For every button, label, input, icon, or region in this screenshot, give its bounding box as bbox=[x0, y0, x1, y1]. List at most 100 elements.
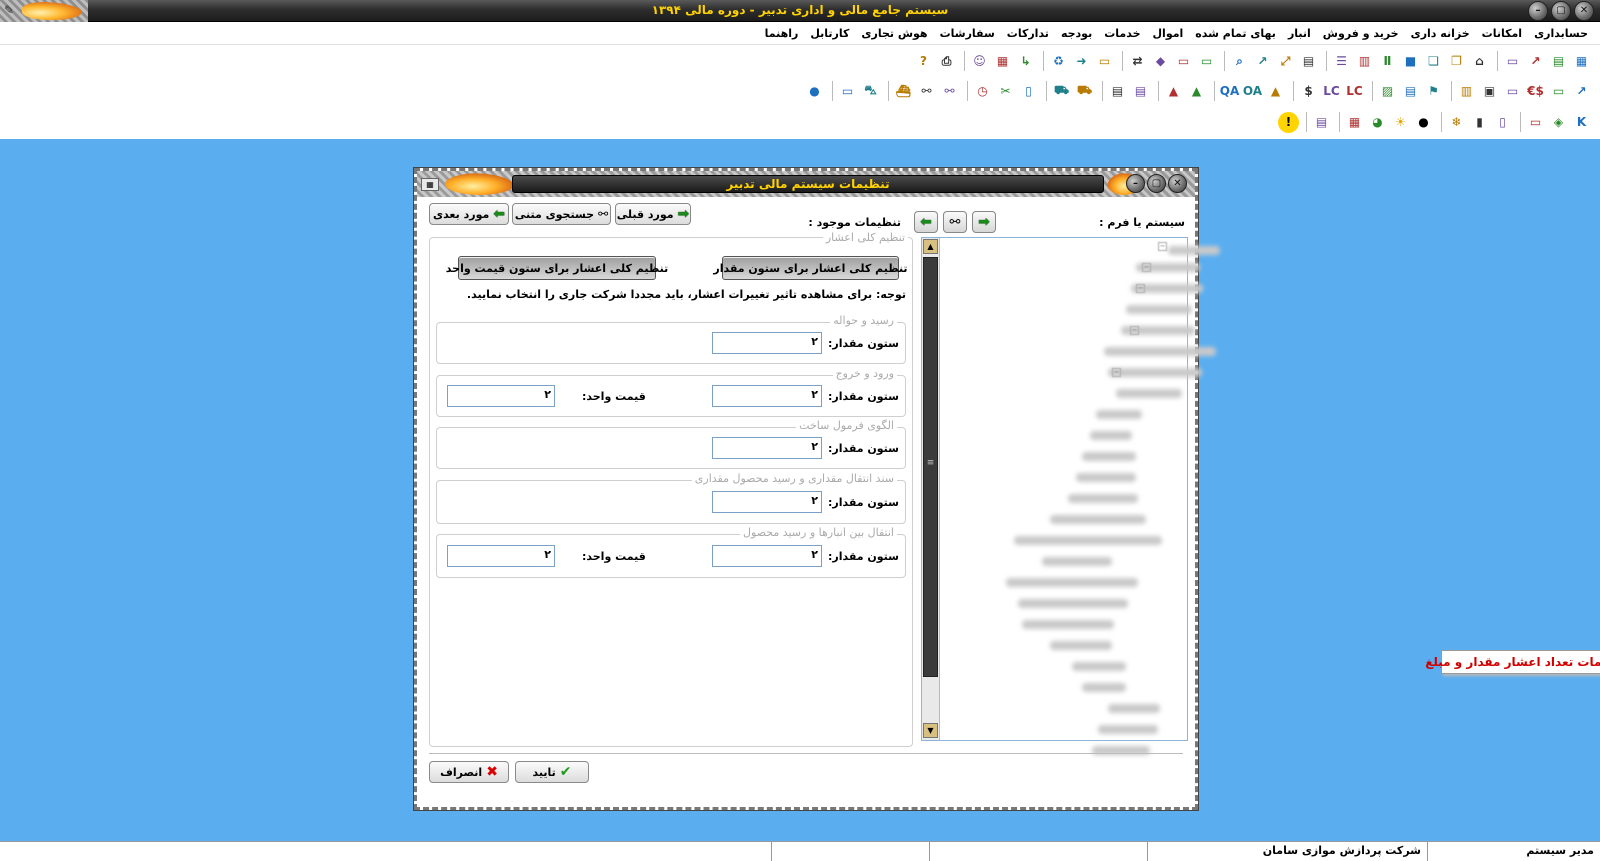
tree-node[interactable] bbox=[1050, 515, 1146, 524]
pillars-icon[interactable]: Ⅱ bbox=[1377, 51, 1398, 72]
document-icon[interactable]: ▭ bbox=[1502, 51, 1523, 72]
lc2-icon[interactable]: LC bbox=[1321, 81, 1342, 102]
printer-icon[interactable]: ⎙ bbox=[936, 51, 957, 72]
report-icon[interactable]: ▤ bbox=[1548, 51, 1569, 72]
truck-icon[interactable]: ⛟ bbox=[1074, 81, 1095, 102]
binoculars2-icon[interactable]: ⚯ bbox=[916, 81, 937, 102]
tree-expander-icon[interactable]: − bbox=[1112, 368, 1121, 377]
next-item-button[interactable]: ⬅ مورد بعدی bbox=[429, 203, 509, 225]
ok-button[interactable]: ✔ تایید bbox=[515, 761, 589, 783]
chart2-icon[interactable]: ↗ bbox=[1252, 51, 1273, 72]
cards-icon[interactable]: ❏ bbox=[1423, 51, 1444, 72]
card-icon[interactable]: ▭ bbox=[837, 81, 858, 102]
safe-icon[interactable]: ▣ bbox=[1479, 81, 1500, 102]
menu-item[interactable]: خزانه داری bbox=[1405, 23, 1476, 44]
menu-item[interactable]: بودجه bbox=[1055, 23, 1098, 44]
truck2-icon[interactable]: ⛟ bbox=[1051, 81, 1072, 102]
expand-icon[interactable]: ⤢ bbox=[1275, 51, 1296, 72]
users-icon[interactable]: ☺ bbox=[969, 51, 990, 72]
arrow-icon[interactable]: ➜ bbox=[1071, 51, 1092, 72]
unit-price-decimals-input[interactable]: ۲ bbox=[447, 385, 555, 407]
search-icon[interactable]: ⌕ bbox=[1229, 51, 1250, 72]
tree-scrollbar[interactable]: ▲ ≡ ▼ bbox=[922, 238, 940, 740]
tree-node[interactable] bbox=[1116, 389, 1182, 398]
scroll-down-icon[interactable]: ▼ bbox=[923, 723, 938, 738]
bar-chart-icon[interactable]: ▮ bbox=[1469, 112, 1490, 133]
table-icon[interactable]: ▤ bbox=[1298, 51, 1319, 72]
book-icon[interactable]: ▥ bbox=[1354, 51, 1375, 72]
tree-node[interactable] bbox=[1014, 536, 1162, 545]
tree-node[interactable] bbox=[1104, 347, 1216, 356]
dollar-icon[interactable]: $ bbox=[1298, 81, 1319, 102]
menu-item[interactable]: خرید و فروش bbox=[1317, 23, 1405, 44]
tree-node[interactable] bbox=[1018, 599, 1128, 608]
menu-item[interactable]: راهنما bbox=[759, 23, 805, 44]
recycle-icon[interactable]: ♻ bbox=[1048, 51, 1069, 72]
book2-icon[interactable]: ▯ bbox=[1018, 81, 1039, 102]
prev-item-button[interactable]: ➡ مورد قبلی bbox=[615, 203, 691, 225]
voucher-icon[interactable]: ▭ bbox=[1548, 81, 1569, 102]
set-quantity-decimals-button[interactable]: تنظیم کلی اعشار برای ستون مقدار bbox=[713, 256, 908, 280]
ledger2-icon[interactable]: ▤ bbox=[1107, 81, 1128, 102]
k-icon[interactable]: K bbox=[1571, 112, 1592, 133]
minimize-icon[interactable]: – bbox=[1528, 1, 1548, 21]
warning-icon[interactable]: ! bbox=[1278, 111, 1299, 133]
snowflake-icon[interactable]: ❄ bbox=[1446, 112, 1467, 133]
flag-icon[interactable]: ⚑ bbox=[1423, 81, 1444, 102]
scissors-icon[interactable]: ✂ bbox=[995, 81, 1016, 102]
scroll-up-icon[interactable]: ▲ bbox=[923, 239, 938, 254]
menu-item[interactable]: هوش تجاری bbox=[855, 23, 933, 44]
tree-expander-icon[interactable]: − bbox=[1158, 242, 1167, 251]
menu-item[interactable]: بهای تمام شده bbox=[1189, 23, 1282, 44]
quantity-decimals-input[interactable]: ۲ bbox=[712, 491, 822, 513]
forms-icon[interactable]: ▭ bbox=[1173, 51, 1194, 72]
list-icon[interactable]: ☰ bbox=[1331, 51, 1352, 72]
workflow-icon[interactable]: ⇄ bbox=[1127, 51, 1148, 72]
grid-icon[interactable]: ▦ bbox=[1571, 51, 1592, 72]
tree-node[interactable] bbox=[1050, 641, 1112, 650]
tree-node[interactable] bbox=[1096, 410, 1142, 419]
tree-node[interactable] bbox=[1068, 494, 1138, 503]
tree-node[interactable] bbox=[1076, 473, 1136, 482]
tree-node[interactable] bbox=[1108, 368, 1202, 377]
menu-item[interactable]: اموال bbox=[1147, 23, 1190, 44]
bank-icon[interactable]: ▥ bbox=[1456, 81, 1477, 102]
tree-node[interactable] bbox=[1006, 578, 1138, 587]
ship-icon[interactable]: ⛴ bbox=[893, 81, 914, 102]
moon-icon[interactable]: ● bbox=[1413, 112, 1434, 133]
pdf-icon[interactable]: ▤ bbox=[1400, 81, 1421, 102]
set-unit-price-decimals-button[interactable]: تنظیم کلی اعشار برای ستون قیمت واحد bbox=[446, 256, 668, 280]
check-icon[interactable]: ▭ bbox=[1502, 81, 1523, 102]
document3-icon[interactable]: ▯ bbox=[1492, 112, 1513, 133]
tree-node[interactable] bbox=[1090, 431, 1132, 440]
tag-icon[interactable]: ◈ bbox=[1548, 112, 1569, 133]
lc-icon[interactable]: LC bbox=[1344, 81, 1365, 102]
stamp-icon[interactable]: ⌂ bbox=[1469, 51, 1490, 72]
tree-forward-button[interactable]: ➡ bbox=[972, 211, 996, 233]
screen-icon[interactable]: ▭ bbox=[1094, 51, 1115, 72]
calculator-icon[interactable]: ▦ bbox=[1344, 112, 1365, 133]
layers-icon[interactable]: ❐ bbox=[1446, 51, 1467, 72]
menu-item[interactable]: خدمات bbox=[1098, 23, 1146, 44]
cone-icon[interactable]: ▲ bbox=[1265, 81, 1286, 102]
qa-icon[interactable]: QA bbox=[1219, 81, 1240, 102]
tree-expander-icon[interactable]: − bbox=[1142, 263, 1151, 272]
tree-node[interactable] bbox=[1082, 452, 1136, 461]
restore-icon[interactable]: ▢ bbox=[1147, 174, 1166, 193]
text-search-button[interactable]: ⚯ جستجوی متنی bbox=[512, 203, 611, 225]
tree-node[interactable] bbox=[1108, 704, 1160, 713]
binoculars-icon[interactable]: ⚯ bbox=[939, 81, 960, 102]
quantity-decimals-input[interactable]: ۲ bbox=[712, 332, 822, 354]
ledger-icon[interactable]: ▤ bbox=[1130, 81, 1151, 102]
close-icon[interactable]: ✕ bbox=[1168, 174, 1187, 193]
quantity-decimals-input[interactable]: ۲ bbox=[712, 385, 822, 407]
vehicle-icon[interactable]: ⛍ bbox=[860, 81, 881, 102]
quantity-decimals-input[interactable]: ۲ bbox=[712, 437, 822, 459]
image-icon[interactable]: ▨ bbox=[1377, 81, 1398, 102]
route-icon[interactable]: ↳ bbox=[1015, 51, 1036, 72]
tree-expander-icon[interactable]: − bbox=[1136, 284, 1145, 293]
cubes-icon[interactable]: ■ bbox=[1400, 51, 1421, 72]
menu-item[interactable]: تدارکات bbox=[1001, 23, 1055, 44]
tree-back-button[interactable]: ⬅ bbox=[914, 211, 938, 233]
quantity-decimals-input[interactable]: ۲ bbox=[712, 545, 822, 567]
